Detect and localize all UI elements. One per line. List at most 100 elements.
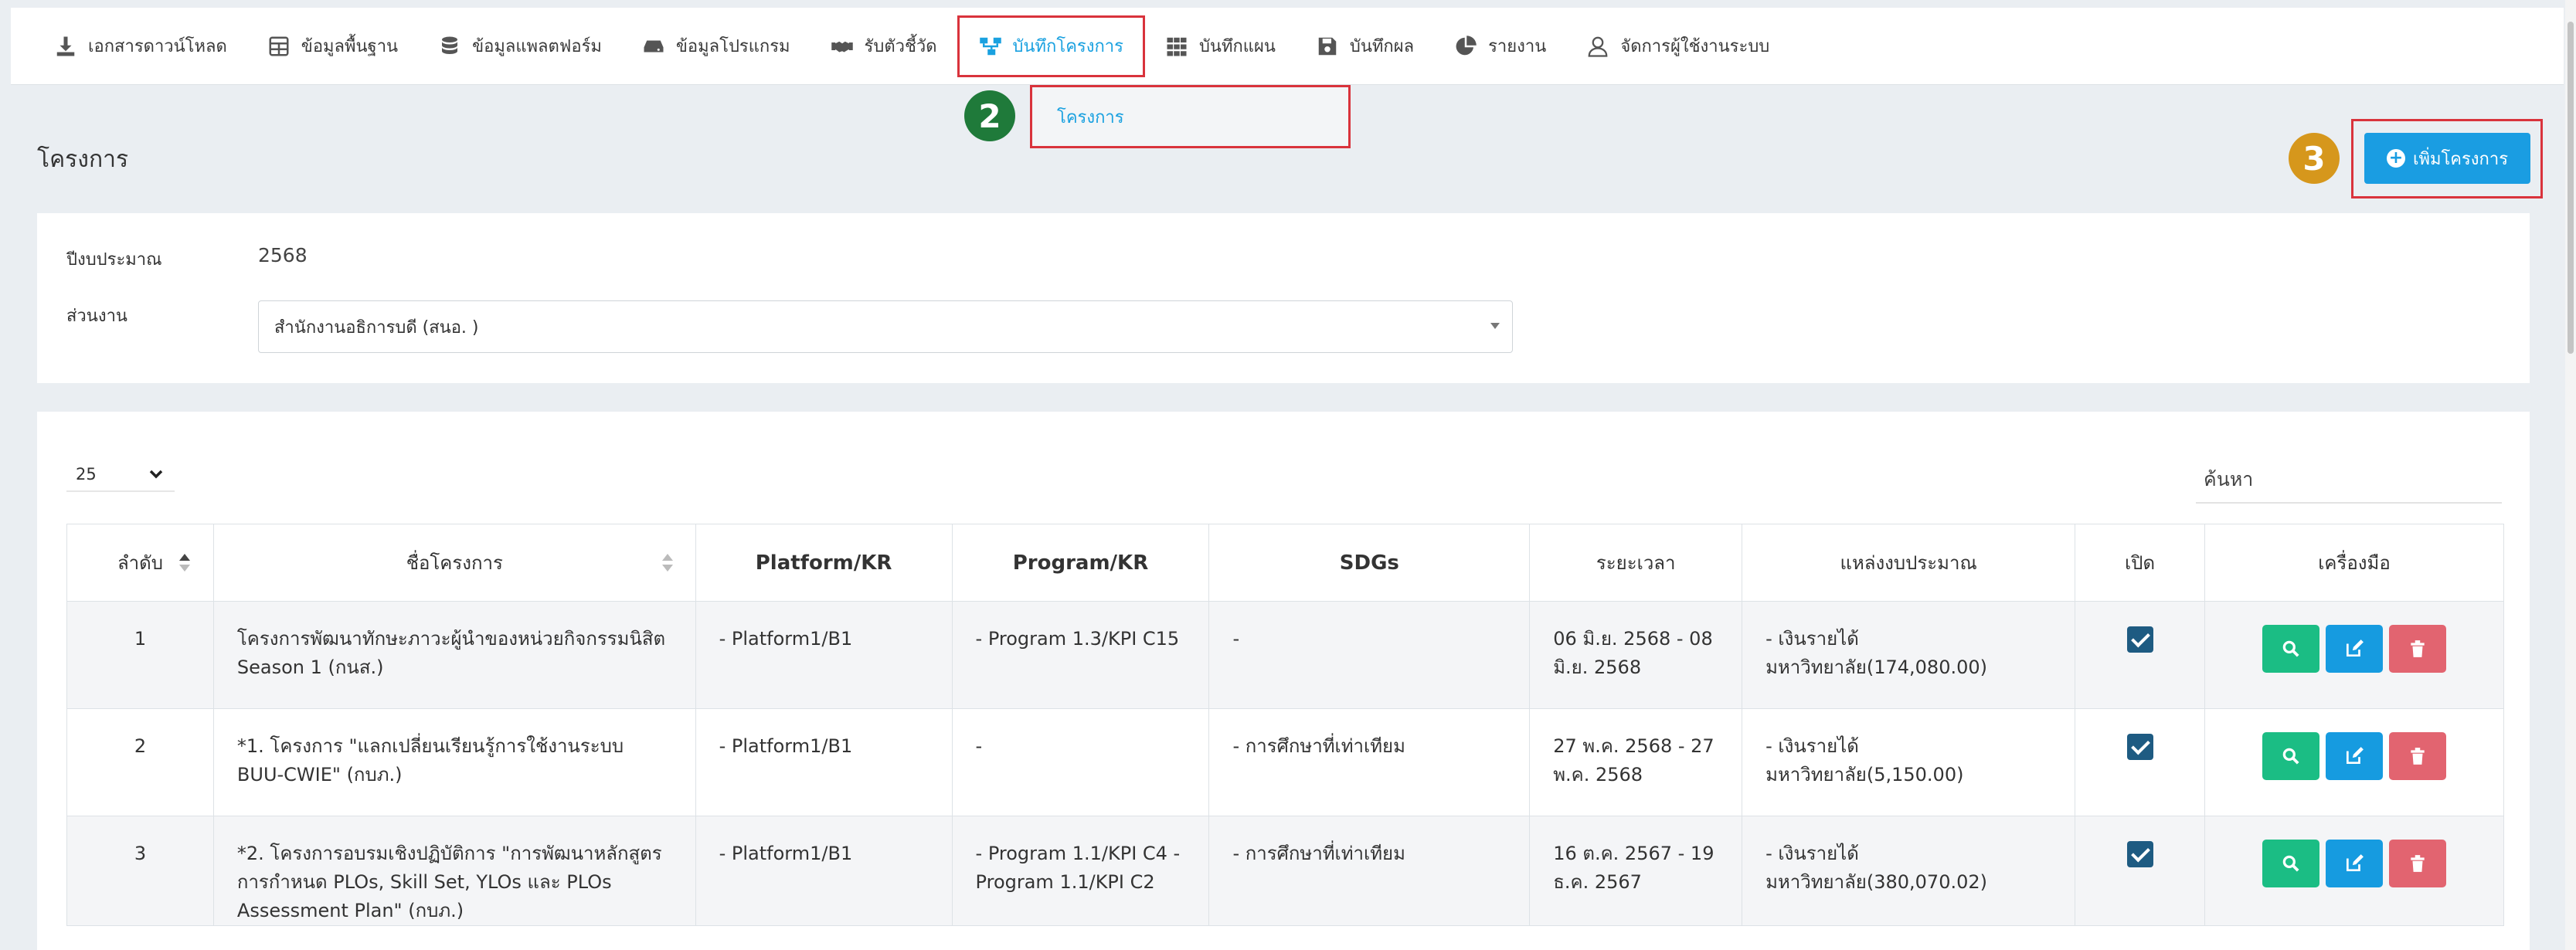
delete-button[interactable] <box>2388 625 2446 673</box>
add-project-label: เพิ่มโครงการ <box>2412 149 2509 169</box>
cell-open <box>2075 708 2205 816</box>
handshake-icon <box>831 41 853 52</box>
nav-item-plan-record[interactable]: บันทึกแผน <box>1145 8 1296 85</box>
page-size-select[interactable]: 25 <box>66 458 175 492</box>
department-select[interactable]: สำนักงานอธิการบดี (สนอ. ) <box>258 300 1513 353</box>
search-input[interactable] <box>2196 456 2502 504</box>
column-header-name[interactable]: ชื่อโครงการ <box>212 524 696 602</box>
column-header-tools: เครื่องมือ <box>2204 524 2505 602</box>
table-panel: 25 ลำดับ ชื่อโครงการ Platform/KR Program… <box>37 412 2530 950</box>
cell-budget: - เงินรายได้มหาวิทยาลัย(174,080.00) <box>1742 601 2076 709</box>
nav-item-project-record[interactable]: บันทึกโครงการ <box>957 15 1145 77</box>
nav-item-label: ข้อมูลโปรแกรม <box>675 37 790 56</box>
search-icon <box>2282 855 2299 872</box>
fiscal-year-label: ปีงบประมาณ <box>66 250 162 270</box>
cell-sdgs: - การศึกษาที่เท่าเทียม <box>1208 816 1531 926</box>
cell-platform: - Platform1/B1 <box>695 601 953 709</box>
nav-item-reports[interactable]: รายงาน <box>1434 8 1566 85</box>
cell-no: 1 <box>66 601 214 709</box>
column-header-sdgs: SDGs <box>1208 524 1531 602</box>
open-checkbox[interactable] <box>2126 734 2153 760</box>
delete-button[interactable] <box>2388 732 2446 780</box>
cell-tools <box>2204 601 2505 709</box>
nav-item-label: รายงาน <box>1488 37 1547 56</box>
column-header-period: ระยะเวลา <box>1529 524 1743 602</box>
nav-item-label: บันทึกโครงการ <box>1012 37 1123 56</box>
page-size-value: 25 <box>76 465 97 483</box>
cell-platform: - Platform1/B1 <box>695 816 953 926</box>
search-icon <box>2282 640 2299 657</box>
open-checkbox[interactable] <box>2126 626 2153 653</box>
grid-icon <box>1167 37 1187 56</box>
page-title: โครงการ <box>37 146 129 173</box>
cell-name: *1. โครงการ "แลกเปลี่ยนเรียนรู้การใช้งาน… <box>212 708 696 816</box>
cell-program: - <box>951 708 1210 816</box>
cell-program: - Program 1.1/KPI C4 - Program 1.1/KPI C… <box>951 816 1210 926</box>
trash-icon <box>2411 748 2425 765</box>
add-project-button[interactable]: + เพิ่มโครงการ <box>2364 133 2530 184</box>
nav-item-label: ข้อมูลพื้นฐาน <box>301 37 399 56</box>
table-row: 2 *1. โครงการ "แลกเปลี่ยนเรียนรู้การใช้ง… <box>66 708 2505 816</box>
table-row: 3 *2. โครงการอบรมเชิงปฏิบัติการ "การพัฒน… <box>66 816 2505 926</box>
trash-icon <box>2411 640 2425 657</box>
database-icon <box>442 36 458 54</box>
column-header-program: Program/KR <box>951 524 1210 602</box>
table-icon <box>269 36 289 56</box>
table-header-row: ลำดับ ชื่อโครงการ Platform/KR Program/KR… <box>66 524 2505 602</box>
hdd-icon <box>644 40 664 52</box>
table-row: 1 โครงการพัฒนาทักษะภาวะผู้นำของหน่วยกิจก… <box>66 601 2505 709</box>
nav-item-label: บันทึกแผน <box>1198 37 1276 56</box>
cell-open <box>2075 601 2205 709</box>
nav-item-program-data[interactable]: ข้อมูลโปรแกรม <box>622 8 811 85</box>
cell-no: 2 <box>66 708 214 816</box>
cell-name: โครงการพัฒนาทักษะภาวะผู้นำของหน่วยกิจกรร… <box>212 601 696 709</box>
delete-button[interactable] <box>2388 840 2446 887</box>
nav-item-label: จัดการผู้ใช้งานระบบ <box>1620 37 1770 56</box>
cell-program: - Program 1.3/KPI C15 <box>951 601 1210 709</box>
sort-icon[interactable] <box>179 554 190 572</box>
fiscal-year-value: 2568 <box>258 244 308 266</box>
cell-no: 3 <box>66 816 214 926</box>
scrollbar-thumb[interactable] <box>2568 22 2574 354</box>
chevron-down-icon <box>149 470 163 479</box>
cell-budget: - เงินรายได้มหาวิทยาลัย(5,150.00) <box>1742 708 2076 816</box>
edit-button[interactable] <box>2325 732 2383 780</box>
cell-period: 27 พ.ค. 2568 - 27 พ.ค. 2568 <box>1529 708 1743 816</box>
view-button[interactable] <box>2262 625 2319 673</box>
cell-tools <box>2204 708 2505 816</box>
nav-item-downloads[interactable]: เอกสารดาวน์โหลด <box>34 8 247 85</box>
search-icon <box>2282 748 2299 765</box>
view-button[interactable] <box>2262 732 2319 780</box>
sort-icon[interactable] <box>661 554 673 572</box>
download-icon <box>56 36 75 56</box>
cell-budget: - เงินรายได้มหาวิทยาลัย(380,070.02) <box>1742 816 2076 926</box>
edit-button[interactable] <box>2325 625 2383 673</box>
nav-item-basic-data[interactable]: ข้อมูลพื้นฐาน <box>247 8 418 85</box>
nav-item-label: ข้อมูลแพลตฟอร์ม <box>472 37 602 56</box>
page-scrollbar[interactable] <box>2565 0 2576 950</box>
column-header-no[interactable]: ลำดับ <box>66 524 214 602</box>
column-header-open: เปิด <box>2075 524 2205 602</box>
cell-platform: - Platform1/B1 <box>695 708 953 816</box>
projects-table: ลำดับ ชื่อโครงการ Platform/KR Program/KR… <box>66 524 2505 926</box>
nav-item-receive-kpi[interactable]: รับตัวชี้วัด <box>811 8 957 85</box>
submenu-item-project[interactable]: โครงการ <box>1030 85 1351 148</box>
plus-circle-icon: + <box>2386 149 2405 168</box>
save-icon <box>1318 37 1337 55</box>
nav-item-platform-data[interactable]: ข้อมูลแพลตฟอร์ม <box>418 8 622 85</box>
cell-sdgs: - การศึกษาที่เท่าเทียม <box>1208 708 1531 816</box>
nav-item-user-management[interactable]: จัดการผู้ใช้งานระบบ <box>1566 8 1789 85</box>
cell-period: 06 มิ.ย. 2568 - 08 มิ.ย. 2568 <box>1529 601 1743 709</box>
cell-open <box>2075 816 2205 926</box>
column-header-platform: Platform/KR <box>695 524 953 602</box>
top-navigation: เอกสารดาวน์โหลด ข้อมูลพื้นฐาน ข้อมูลแพลต… <box>11 8 2564 85</box>
edit-button[interactable] <box>2325 840 2383 887</box>
cell-sdgs: - <box>1208 601 1531 709</box>
view-button[interactable] <box>2262 840 2319 887</box>
open-checkbox[interactable] <box>2126 841 2153 867</box>
edit-icon <box>2346 854 2364 872</box>
edit-icon <box>2346 747 2364 765</box>
edit-icon <box>2346 640 2364 657</box>
nav-item-result-record[interactable]: บันทึกผล <box>1296 8 1434 85</box>
user-icon <box>1588 36 1608 57</box>
